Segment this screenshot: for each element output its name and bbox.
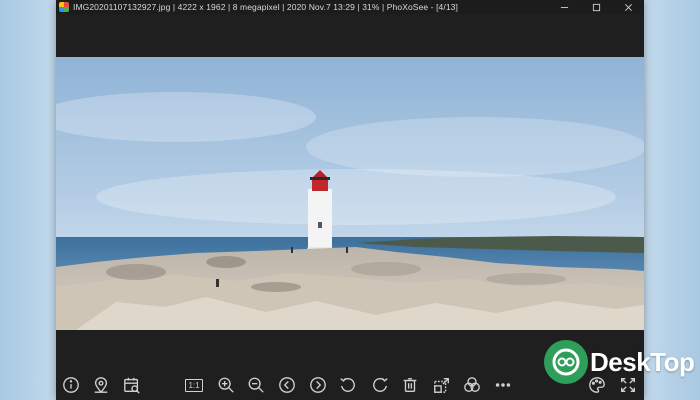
zoom-in-icon (218, 377, 234, 393)
rotate-right-button[interactable] (369, 374, 391, 396)
close-button[interactable] (612, 0, 644, 14)
lighthouse-photo (56, 57, 644, 330)
info-icon (63, 377, 79, 393)
actual-size-icon: 1:1 (185, 378, 203, 392)
zoom-in-button[interactable] (215, 374, 237, 396)
next-icon (310, 377, 326, 393)
rotate-left-icon (340, 377, 355, 392)
next-button[interactable] (307, 374, 329, 396)
rotate-left-button[interactable] (337, 374, 359, 396)
minimize-button[interactable] (548, 0, 580, 14)
info-button[interactable] (60, 374, 82, 396)
watermark-text: DeskTop (590, 346, 695, 377)
actual-size-button[interactable]: 1:1 (183, 374, 205, 396)
effects-button[interactable] (461, 374, 483, 396)
minimize-icon (560, 6, 568, 8)
zoom-out-button[interactable] (245, 374, 267, 396)
watermark: DeskTop (544, 338, 695, 386)
window-controls (548, 0, 644, 14)
more-button[interactable] (492, 374, 514, 396)
zoom-out-icon (248, 377, 264, 393)
infinity-icon (552, 348, 580, 376)
calendar-search-button[interactable] (121, 374, 143, 396)
app-logo-icon (59, 2, 69, 12)
maximize-icon (592, 3, 600, 11)
effects-icon (464, 377, 480, 392)
calendar-search-icon (124, 377, 140, 394)
close-icon (624, 3, 632, 11)
rotate-right-icon (373, 377, 388, 392)
resize-icon (434, 378, 449, 393)
location-button[interactable] (90, 374, 112, 396)
location-pin-icon (94, 377, 108, 394)
watermark-logo-icon (544, 340, 588, 384)
previous-icon (279, 377, 295, 393)
title-bar[interactable]: IMG20201107132927.jpg | 4222 x 1962 | 8 … (56, 0, 644, 14)
delete-icon (403, 378, 417, 392)
window-title: IMG20201107132927.jpg | 4222 x 1962 | 8 … (73, 2, 458, 12)
delete-button[interactable] (399, 374, 421, 396)
desktop-background-left (0, 0, 56, 400)
maximize-button[interactable] (580, 0, 612, 14)
previous-button[interactable] (276, 374, 298, 396)
resize-button[interactable] (431, 374, 453, 396)
more-icon (495, 383, 511, 387)
photo-view[interactable] (56, 57, 644, 330)
